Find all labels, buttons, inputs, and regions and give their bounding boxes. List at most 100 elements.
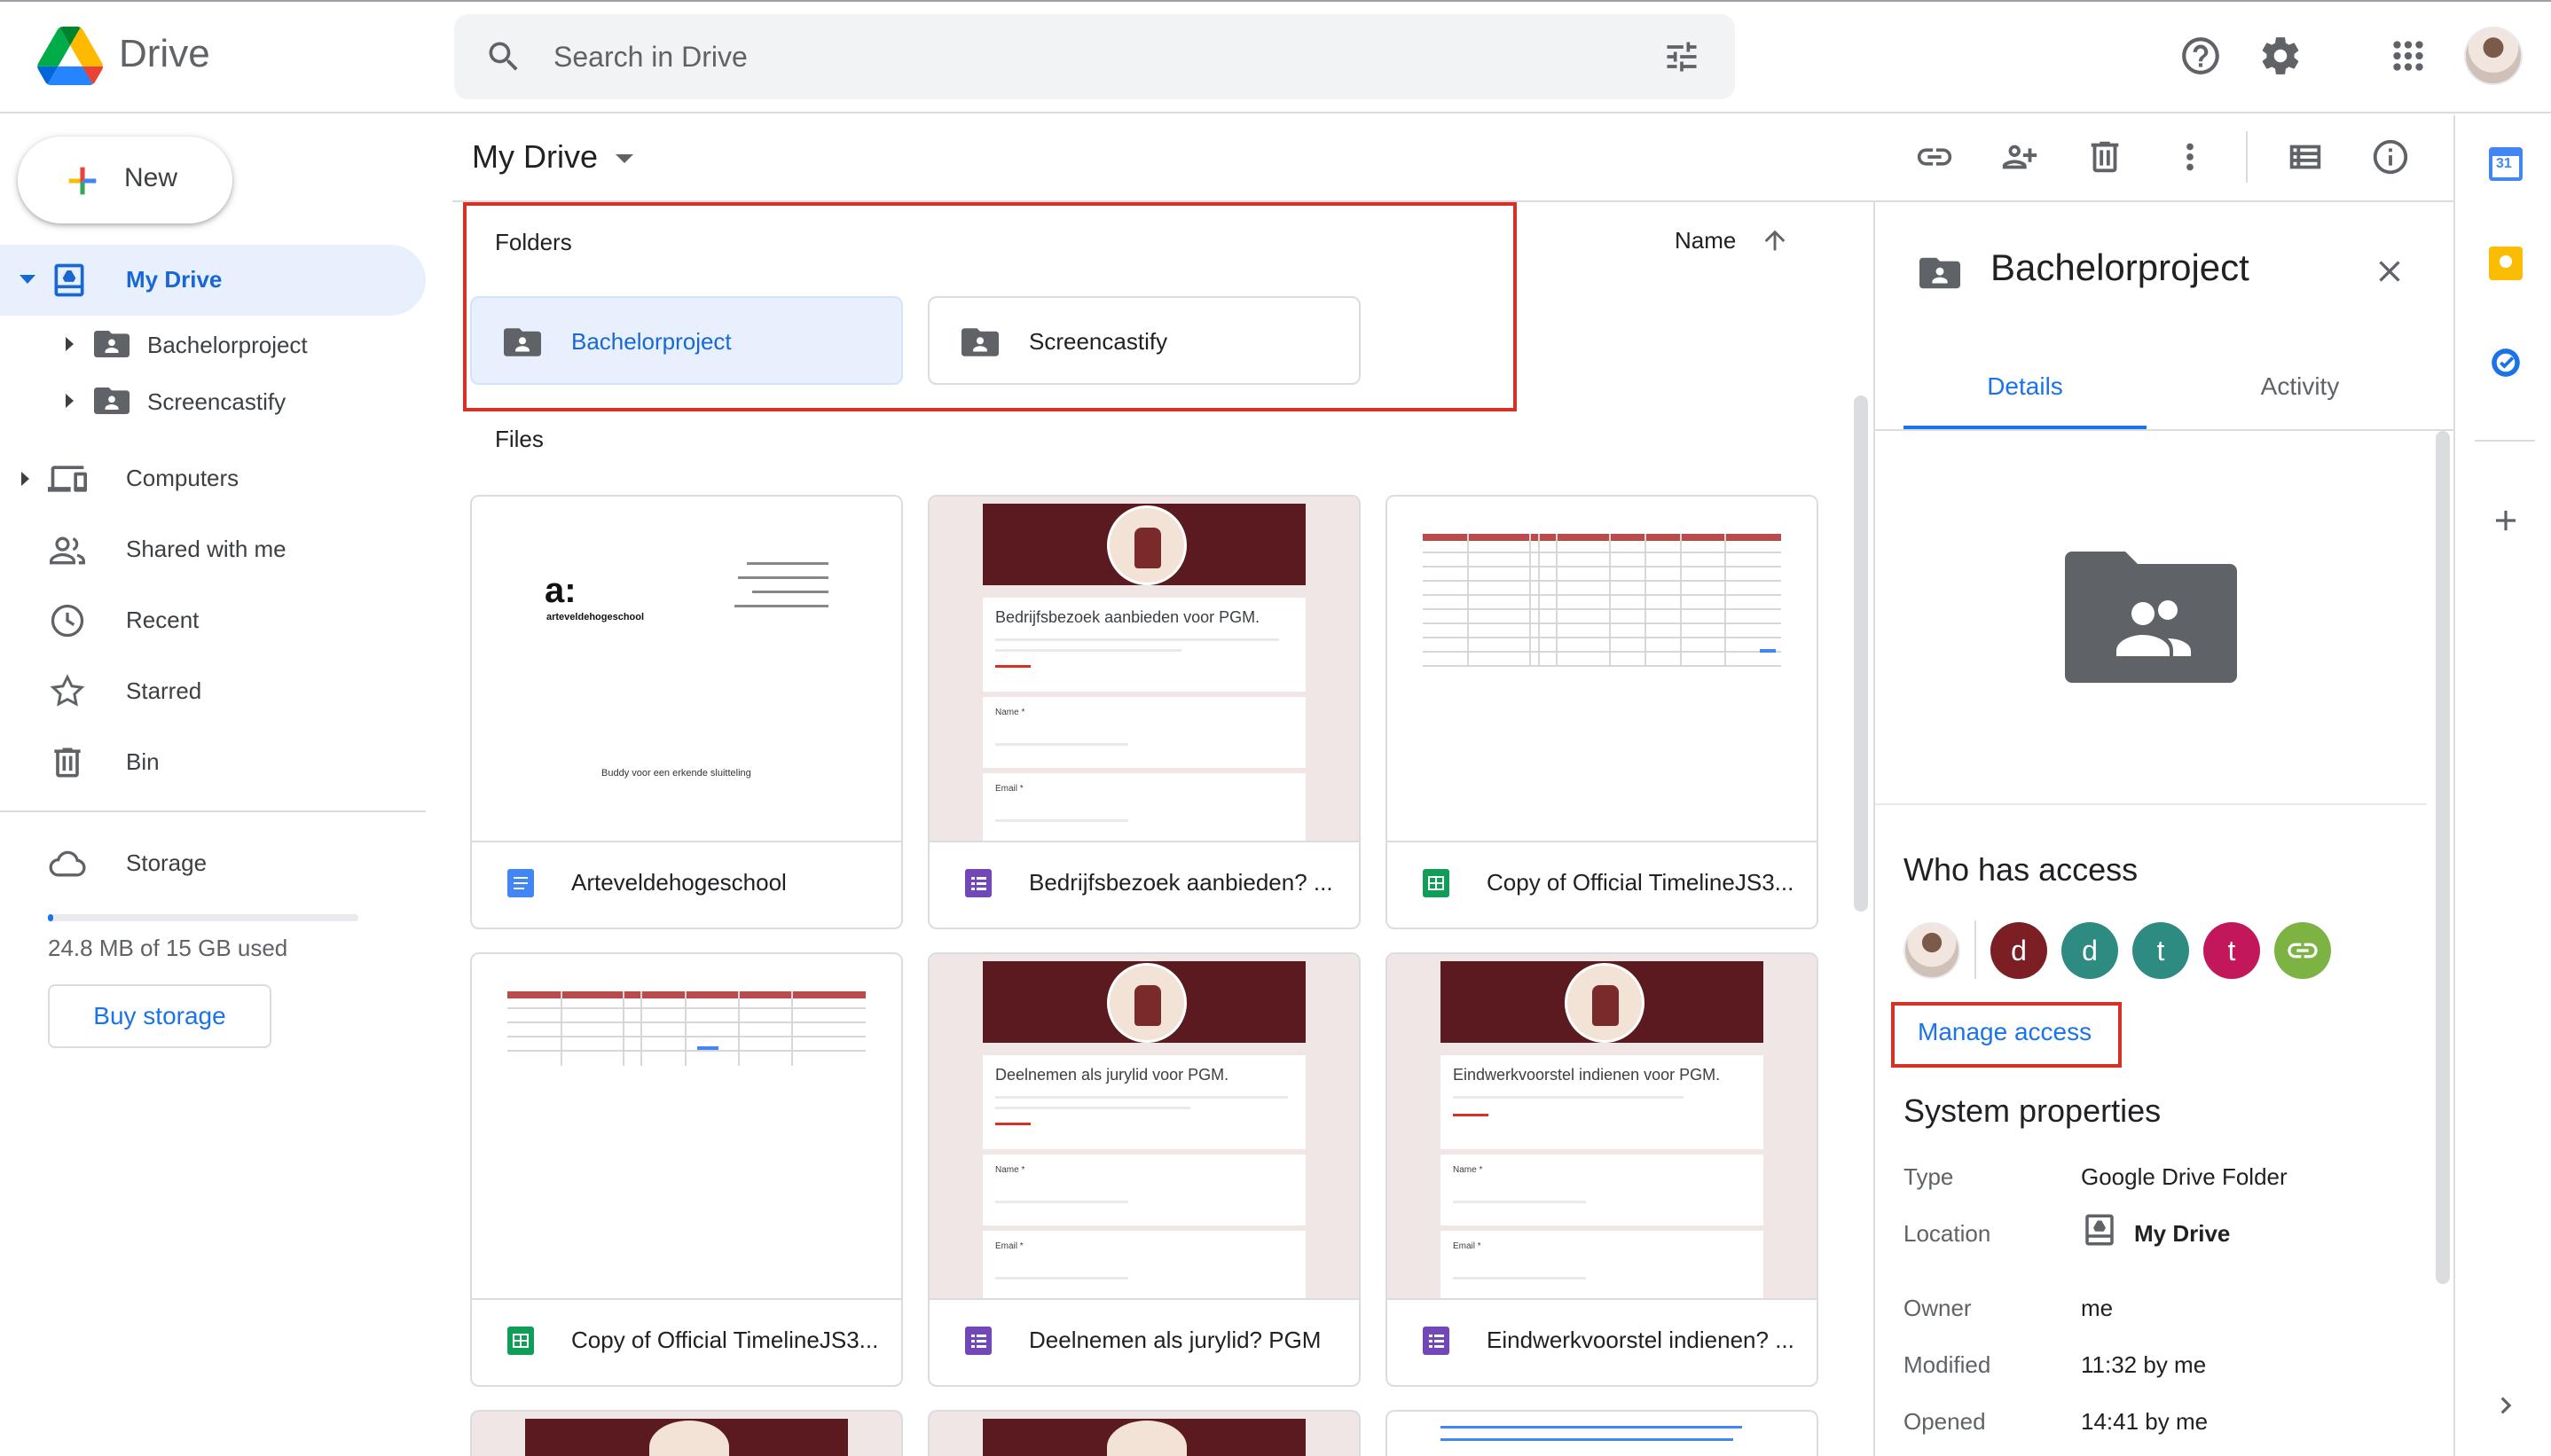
expand-arrow-icon[interactable] [66, 394, 74, 408]
expand-arrow-icon[interactable] [21, 472, 29, 486]
rail-divider [2475, 440, 2535, 442]
toolbar-divider [2246, 131, 2248, 183]
plus-icon [68, 167, 97, 195]
sidebar-item-label: Bin [126, 748, 160, 775]
tab-activity[interactable]: Activity [2182, 353, 2418, 431]
thumb-logo: a: [545, 571, 577, 610]
app-title[interactable]: Drive [119, 32, 210, 76]
search-input[interactable] [553, 34, 1582, 80]
shared-folder-icon [94, 331, 130, 357]
tune-icon[interactable] [1662, 37, 1701, 76]
file-card-sheet[interactable]: Copy of Official TimelineJS3... [1385, 495, 1818, 929]
file-name: Deelnemen als jurylid? PGM [1029, 1327, 1322, 1353]
share-icon[interactable] [1999, 137, 2040, 177]
tab-details[interactable]: Details [1903, 353, 2147, 431]
owner-avatar[interactable] [1903, 922, 1960, 979]
file-card-form[interactable] [470, 1410, 903, 1456]
apps-icon[interactable] [2386, 34, 2430, 78]
user-avatar[interactable]: d [2061, 922, 2118, 979]
help-icon[interactable] [2178, 34, 2223, 78]
search-bar[interactable] [454, 14, 1735, 99]
dropdown-arrow-icon[interactable] [616, 154, 633, 163]
calendar-icon[interactable]: 31 [2489, 147, 2523, 181]
new-button-label: New [124, 163, 178, 192]
settings-icon[interactable] [2258, 34, 2303, 78]
link-sharing-avatar[interactable] [2274, 922, 2331, 979]
more-vertical-icon[interactable] [2170, 137, 2210, 177]
sidebar-item-bin[interactable]: Bin [0, 727, 426, 798]
file-card-form[interactable] [928, 1410, 1361, 1456]
main-scrollbar[interactable] [1854, 395, 1868, 912]
sidebar-item-label: My Drive [126, 266, 223, 293]
sheets-icon [507, 1327, 534, 1355]
user-avatar[interactable]: d [1990, 922, 2047, 979]
buy-storage-button[interactable]: Buy storage [48, 984, 271, 1048]
file-thumbnail: a: arteveldehogeschool Buddy voor een er… [472, 497, 901, 842]
search-icon[interactable] [484, 37, 523, 76]
trash-icon[interactable] [2084, 137, 2125, 177]
link-icon[interactable] [1914, 137, 1955, 177]
info-icon[interactable] [2370, 137, 2411, 177]
details-scrollbar[interactable] [2436, 431, 2450, 1284]
collapse-arrow-icon[interactable] [20, 275, 35, 284]
sidebar-subfolder-screencastify[interactable]: Screencastify [0, 372, 426, 429]
storage-usage-text: 24.8 MB of 15 GB used [48, 935, 288, 961]
file-name: Copy of Official TimelineJS3... [571, 1327, 879, 1353]
sheets-icon [1423, 869, 1449, 897]
sidebar-subfolder-bachelorproject[interactable]: Bachelorproject [0, 316, 426, 372]
manage-access-link[interactable]: Manage access [1918, 1018, 2092, 1046]
sort-by-name[interactable]: Name [1675, 227, 1786, 254]
file-thumbnail [1387, 497, 1817, 842]
file-name: Arteveldehogeschool [571, 869, 787, 896]
expand-arrow-icon[interactable] [66, 337, 74, 351]
shared-folder-icon [504, 328, 541, 356]
computers-icon [48, 466, 87, 492]
pgm-badge-icon [1565, 963, 1644, 1043]
prop-modified-value: 11:32 by me [2081, 1351, 2207, 1378]
file-card-form[interactable]: Deelnemen als jurylid voor PGM. Name * E… [928, 952, 1361, 1387]
sidebar-item-label: Recent [126, 607, 200, 633]
keep-icon[interactable] [2489, 247, 2523, 280]
file-card-sheet[interactable]: Copy of Official TimelineJS3... [470, 952, 903, 1387]
user-avatar[interactable]: t [2132, 922, 2189, 979]
new-button[interactable]: New [18, 137, 232, 223]
sidebar-item-recent[interactable]: Recent [0, 585, 426, 656]
thumb-brand: arteveldehogeschool [546, 612, 645, 622]
file-name: Copy of Official TimelineJS3... [1487, 869, 1794, 896]
arrow-up-icon[interactable] [1760, 225, 1790, 255]
prop-modified-label: Modified [1903, 1351, 1991, 1378]
folder-card-screencastify[interactable]: Screencastify [928, 296, 1361, 385]
forms-icon [1423, 1327, 1449, 1355]
shared-folder-icon [1919, 257, 1960, 289]
close-icon[interactable] [2372, 254, 2407, 289]
sidebar-subfolder-label: Screencastify [147, 388, 286, 415]
forms-icon [965, 1327, 992, 1355]
spreadsheet-preview [1423, 534, 1781, 667]
list-view-icon[interactable] [2285, 137, 2326, 177]
tasks-icon[interactable] [2489, 346, 2523, 380]
add-addon-icon[interactable] [2489, 504, 2523, 537]
drive-logo-icon[interactable] [37, 27, 103, 85]
file-card-doc[interactable] [1385, 1410, 1818, 1456]
folder-card-bachelorproject[interactable]: Bachelorproject [470, 296, 903, 385]
prop-type-label: Type [1903, 1163, 1954, 1190]
docs-icon [507, 869, 534, 897]
sidebar-item-my-drive[interactable]: My Drive [0, 245, 426, 316]
prop-location-label: Location [1903, 1220, 1991, 1247]
link-icon [2288, 943, 2318, 959]
sidebar-item-starred[interactable]: Starred [0, 656, 426, 727]
breadcrumb[interactable]: My Drive [472, 138, 633, 176]
sidebar-item-label: Shared with me [126, 536, 286, 562]
shared-folder-icon [962, 328, 999, 356]
user-avatar[interactable]: t [2203, 922, 2260, 979]
sidebar-item-computers[interactable]: Computers [0, 443, 426, 514]
file-card-form[interactable]: Bedrijfsbezoek aanbieden voor PGM. Name … [928, 495, 1361, 929]
forms-icon [965, 869, 992, 897]
chevron-right-icon[interactable] [2489, 1389, 2523, 1422]
sidebar-item-storage[interactable]: Storage [0, 828, 426, 899]
file-card-form[interactable]: Eindwerkvoorstel indienen voor PGM. Name… [1385, 952, 1818, 1387]
star-icon [50, 674, 85, 707]
sidebar-item-shared-with-me[interactable]: Shared with me [0, 514, 426, 585]
account-avatar[interactable] [2464, 27, 2523, 85]
file-card-doc[interactable]: a: arteveldehogeschool Buddy voor een er… [470, 495, 903, 929]
